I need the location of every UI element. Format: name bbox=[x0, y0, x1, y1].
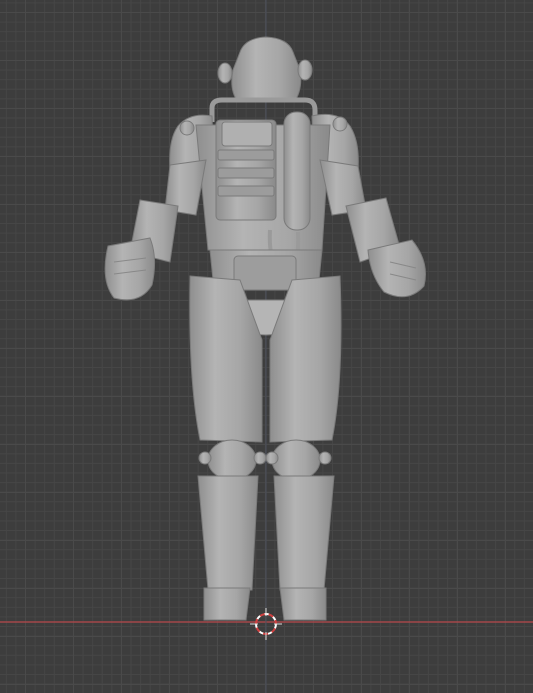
right-boot[interactable] bbox=[279, 587, 327, 621]
helmet-left-light bbox=[217, 62, 233, 84]
left-gauntlet[interactable] bbox=[104, 237, 156, 301]
backpack-top bbox=[221, 121, 273, 147]
viewport-canvas[interactable] bbox=[0, 0, 533, 693]
right-knee[interactable] bbox=[271, 439, 321, 481]
helmet[interactable] bbox=[231, 36, 302, 103]
right-knee-bolt-outer bbox=[318, 451, 332, 465]
waist-box bbox=[233, 255, 297, 291]
air-tank[interactable] bbox=[283, 111, 311, 231]
backpack-plate-2 bbox=[217, 167, 275, 179]
left-shoulder-bolt bbox=[179, 120, 195, 136]
left-knee-bolt-outer bbox=[198, 451, 212, 465]
right-shoulder-bolt bbox=[332, 116, 348, 132]
left-boot[interactable] bbox=[203, 587, 251, 621]
helmet-right-light bbox=[297, 59, 313, 81]
left-knee[interactable] bbox=[207, 439, 257, 481]
backpack-plate-3 bbox=[217, 185, 275, 197]
left-knee-bolt-inner bbox=[253, 451, 267, 465]
right-shin[interactable] bbox=[273, 475, 335, 591]
left-shin[interactable] bbox=[197, 475, 259, 591]
right-gauntlet[interactable] bbox=[367, 239, 426, 298]
right-knee-bolt-inner bbox=[265, 451, 279, 465]
3d-viewport[interactable] bbox=[0, 0, 533, 693]
backpack-plate-1 bbox=[217, 149, 275, 161]
power-armor-model[interactable] bbox=[104, 36, 426, 621]
